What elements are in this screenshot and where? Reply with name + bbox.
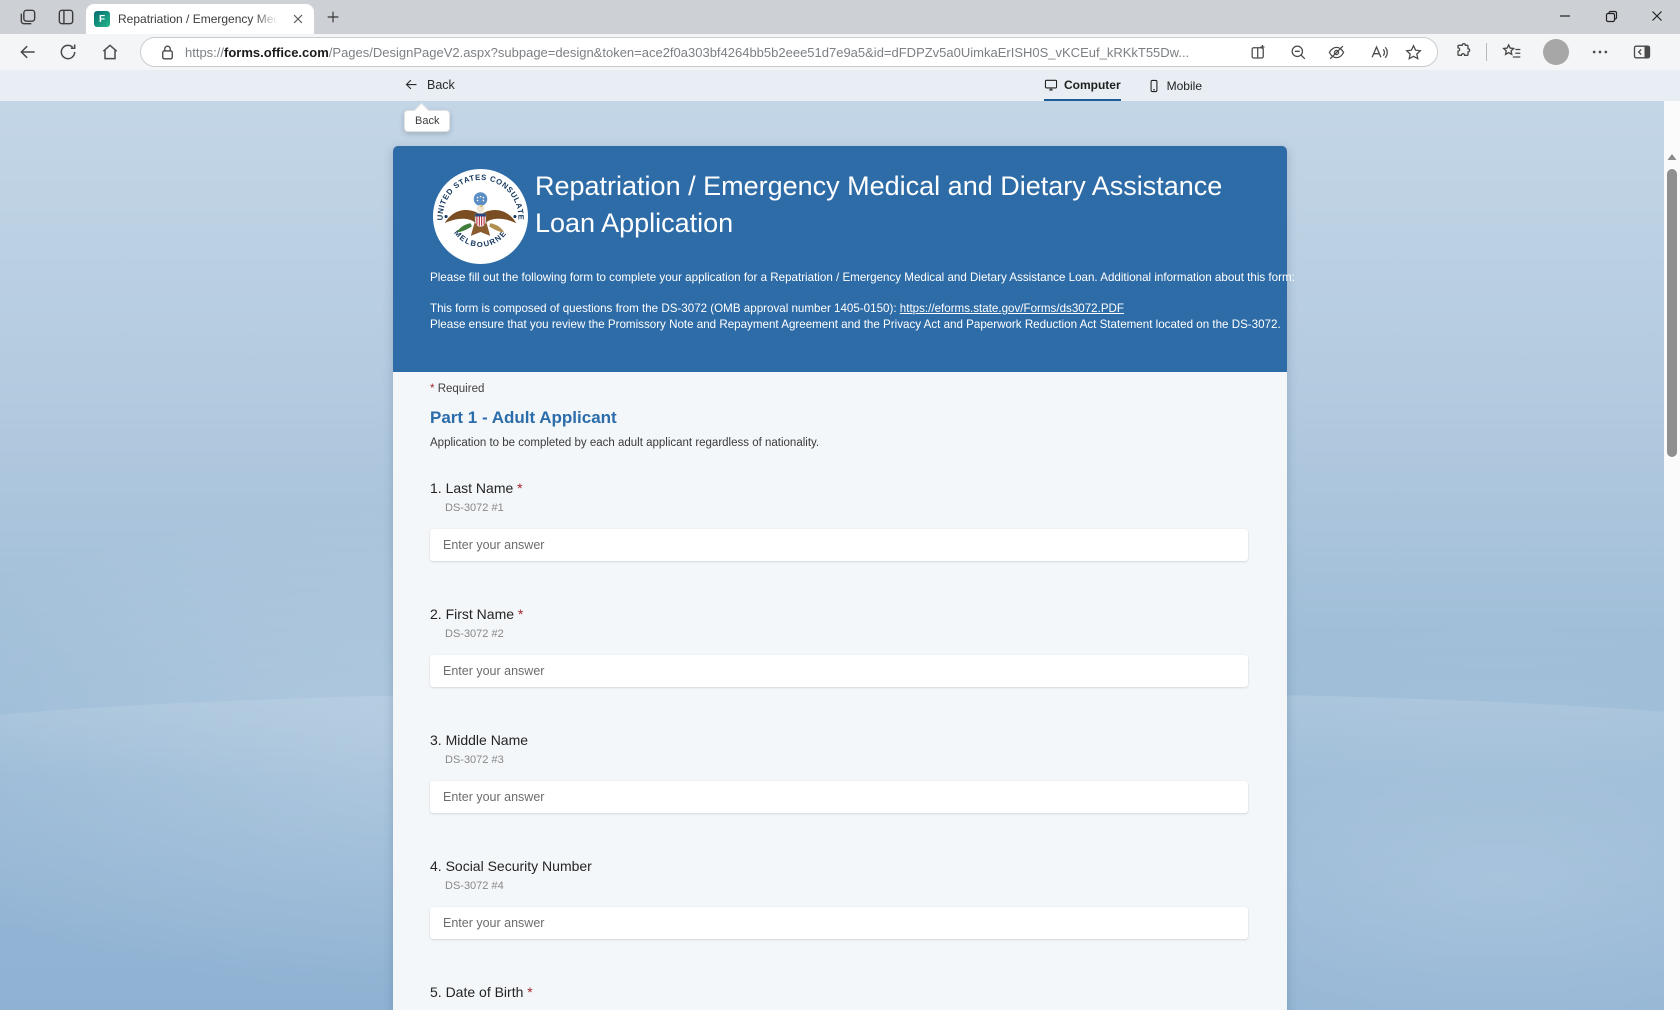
profile-avatar[interactable] [1543, 39, 1569, 65]
home-icon[interactable] [100, 42, 120, 62]
question-ssn: 4. Social Security Number DS-3072 #4 [430, 858, 1250, 939]
page-scrollbar[interactable] [1664, 101, 1680, 1010]
forms-favicon-icon: F [94, 11, 110, 27]
favorite-star-icon[interactable] [1404, 43, 1423, 62]
browser-toolbar: https://forms.office.com/Pages/DesignPag… [0, 34, 1680, 70]
phone-icon [1150, 79, 1158, 92]
scroll-up-arrow-icon[interactable] [1667, 153, 1677, 161]
question-sublabel: DS-3072 #1 [445, 502, 504, 514]
question-label-text: 4. Social Security Number [430, 858, 592, 874]
question-sublabel: DS-3072 #4 [445, 880, 504, 892]
zoom-out-icon[interactable] [1289, 43, 1308, 62]
monitor-icon [1044, 79, 1058, 90]
page-background: Back Computer Mobile Back UNITED STATES … [0, 70, 1680, 1010]
required-asterisk: * [430, 383, 435, 395]
more-icon[interactable] [1590, 42, 1610, 62]
question-label: 2. First Name * [430, 606, 1250, 622]
hidden-eye-icon[interactable] [1327, 43, 1346, 62]
computer-label: Computer [1063, 77, 1121, 92]
question-label: 3. Middle Name [430, 732, 1250, 748]
question-first-name: 2. First Name * DS-3072 #2 [430, 606, 1250, 687]
tab-actions-icon[interactable] [56, 7, 76, 27]
question-middle-name: 3. Middle Name DS-3072 #3 [430, 732, 1250, 813]
question-label: 5. Date of Birth * [430, 984, 1250, 1000]
required-asterisk: * [517, 480, 523, 496]
form-preview-card: UNITED STATES CONSULATE MELBOURNE Repatr… [393, 146, 1295, 1010]
question-sublabel: DS-3072 #2 [445, 628, 504, 640]
lock-icon[interactable] [158, 43, 177, 62]
required-note-text: Required [437, 383, 485, 395]
back-button[interactable]: Back [404, 77, 455, 92]
required-asterisk: * [527, 984, 533, 1000]
back-tooltip: Back [404, 110, 451, 132]
required-asterisk: * [517, 606, 524, 622]
question-last-name: 1. Last Name * DS-3072 #1 [430, 480, 1250, 561]
description-line2-text: This form is composed of questions from … [430, 302, 900, 315]
question-label-text: 3. Middle Name [430, 732, 529, 748]
section-title: Part 1 - Adult Applicant [430, 408, 617, 427]
url-path: /Pages/DesignPageV2.aspx?subpage=design&… [328, 45, 1190, 60]
favorites-hub-icon[interactable] [1502, 42, 1522, 62]
question-label: 4. Social Security Number [430, 858, 1250, 874]
forms-designer-topbar: Back Computer Mobile [0, 70, 1680, 101]
refresh-icon[interactable] [58, 42, 78, 62]
ds3072-pdf-link[interactable]: https://eforms.state.gov/Forms/ds3072.PD… [900, 302, 1124, 315]
consulate-seal-logo: UNITED STATES CONSULATE MELBOURNE [432, 168, 529, 265]
extensions-icon[interactable] [1453, 42, 1473, 62]
middle-name-input[interactable] [430, 781, 1248, 813]
tab-mobile-preview[interactable]: Mobile [1147, 70, 1202, 101]
tab-title: Repatriation / Emergency Medical [118, 12, 278, 26]
required-note: * Required [430, 383, 1250, 395]
minimize-button[interactable] [1542, 0, 1588, 32]
question-date-of-birth: 5. Date of Birth * [430, 984, 1250, 1000]
first-name-input[interactable] [430, 655, 1248, 687]
form-description-line3: Please ensure that you review the Promis… [430, 318, 1281, 331]
sidebar-toggle-icon[interactable] [1632, 42, 1652, 62]
split-screen-icon[interactable] [1249, 43, 1268, 62]
url-text[interactable]: https://forms.office.com/Pages/DesignPag… [185, 45, 1250, 60]
close-button[interactable] [1634, 0, 1680, 32]
browser-window: F Repatriation / Emergency Medical [0, 0, 1680, 1010]
form-body: * Required Part 1 - Adult Applicant Appl… [393, 372, 1287, 1010]
restore-button[interactable] [1588, 0, 1634, 32]
url-scheme: https:// [185, 45, 225, 60]
read-aloud-icon[interactable] [1369, 43, 1388, 62]
form-description-line1: Please fill out the following form to co… [430, 271, 1295, 284]
back-nav-icon[interactable] [18, 42, 38, 62]
question-label-text: 1. Last Name [430, 480, 514, 496]
scrollbar-thumb[interactable] [1667, 169, 1677, 457]
workspaces-icon[interactable] [18, 7, 38, 27]
back-arrow-icon [405, 79, 417, 90]
form-description-line2: This form is composed of questions from … [430, 302, 1124, 315]
browser-tab[interactable]: F Repatriation / Emergency Medical [86, 4, 314, 34]
browser-titlebar: F Repatriation / Emergency Medical [0, 0, 1680, 34]
address-bar[interactable]: https://forms.office.com/Pages/DesignPag… [140, 37, 1438, 67]
device-preview-toggle: Computer Mobile [1043, 70, 1202, 101]
back-button-label: Back [427, 77, 455, 92]
last-name-input[interactable] [430, 529, 1248, 561]
question-label: 1. Last Name * [430, 480, 1250, 496]
url-host: forms.office.com [224, 45, 329, 60]
section-subtitle: Application to be completed by each adul… [430, 437, 820, 449]
toolbar-divider [1486, 43, 1487, 61]
form-title: Repatriation / Emergency Medical and Die… [535, 171, 1223, 238]
question-label-text: 2. First Name [430, 606, 515, 622]
mobile-label: Mobile [1166, 78, 1202, 93]
tab-close-icon[interactable] [290, 11, 306, 27]
ssn-input[interactable] [430, 907, 1248, 939]
new-tab-button[interactable] [325, 9, 341, 25]
form-header: UNITED STATES CONSULATE MELBOURNE Repatr… [393, 146, 1295, 372]
question-label-text: 5. Date of Birth [430, 984, 524, 1000]
question-sublabel: DS-3072 #3 [445, 754, 504, 766]
tab-computer-preview[interactable]: Computer [1043, 70, 1121, 101]
